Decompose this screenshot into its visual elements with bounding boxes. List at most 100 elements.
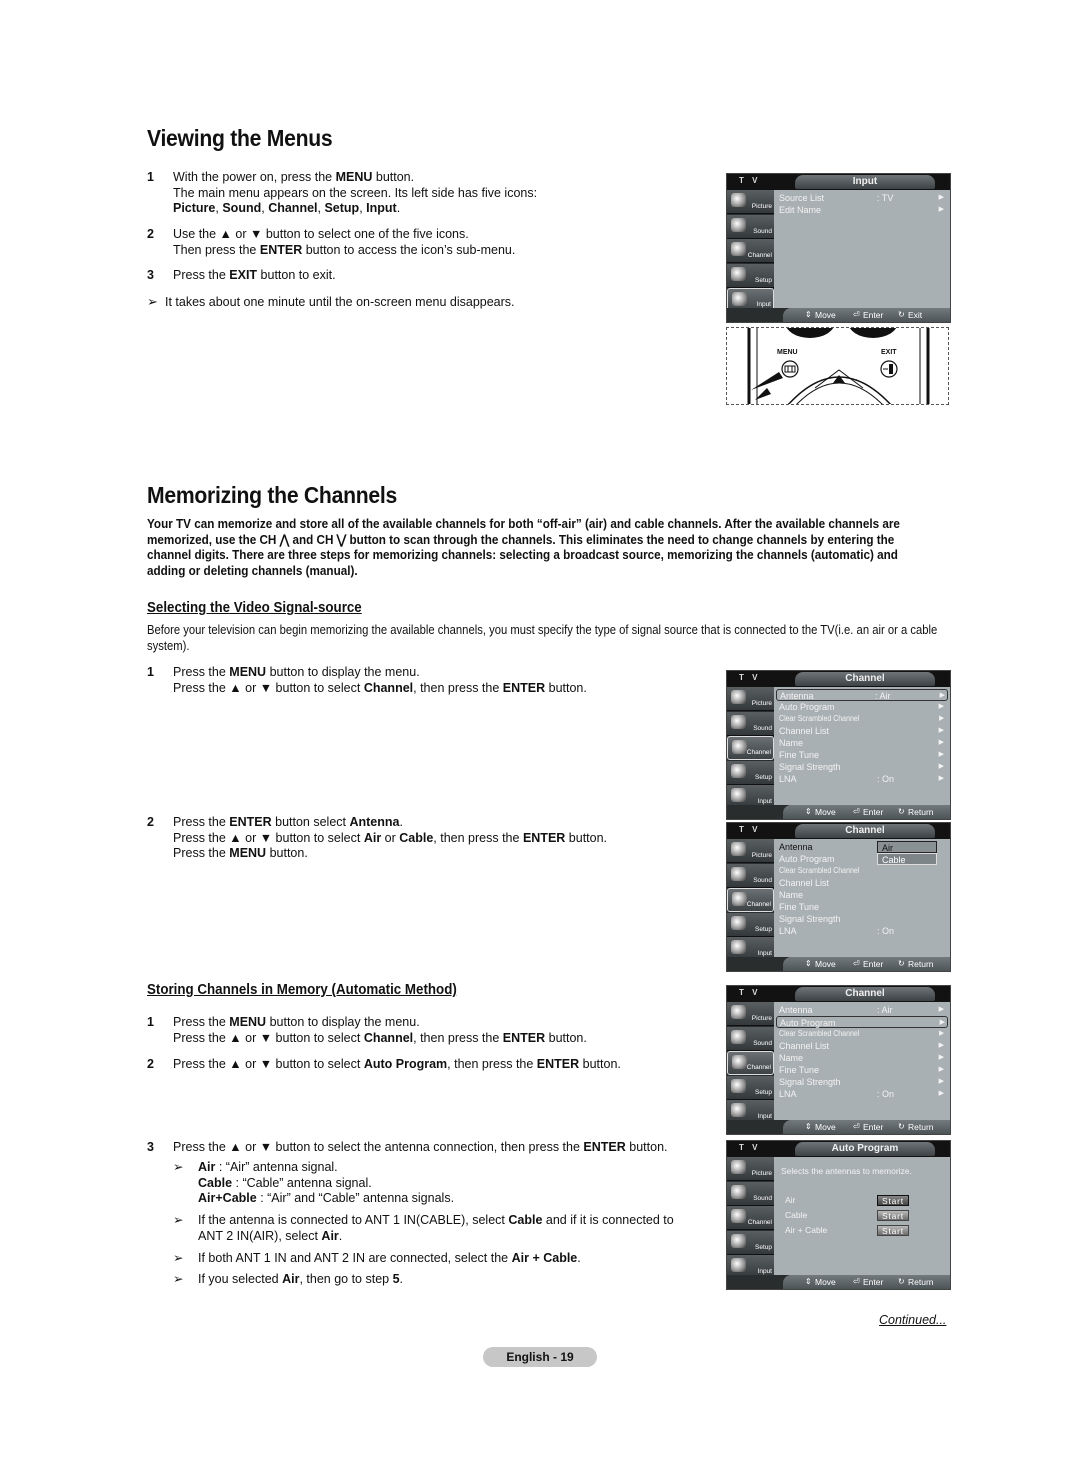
sidebar-item-channel[interactable]: Channel [727,736,774,760]
menu-row[interactable]: Clear Scrambled Channel [779,865,946,877]
menu-row[interactable]: Name ▶ [779,737,946,749]
text-run: button. [579,1057,621,1071]
antenna-option-cable[interactable]: Cable [877,853,937,865]
menu-row[interactable]: LNA: On ▶ [779,1088,946,1100]
menu-row[interactable]: Channel List [779,877,946,889]
step-line: Press the ▲ or ▼ button to select Channe… [173,1031,587,1047]
sidebar-item-setup[interactable]: Setup [727,912,774,937]
menu-row[interactable]: Channel List ▶ [779,725,946,737]
menu-row[interactable]: LNA: On ▶ [779,773,946,785]
step-body: With the power on, press the MENU button… [173,170,537,217]
menu-row[interactable]: Antenna: Air ▶ [776,689,948,701]
menu-row[interactable]: Auto Program ▶ [776,1016,948,1028]
tv-footer: ⇕ Move ⏎ Enter ↻ Exit [727,308,950,322]
menu-row[interactable]: Auto Program ▶ [779,701,946,713]
sidebar-item-channel[interactable]: Channel [727,1051,774,1075]
menu-row[interactable]: Name [779,889,946,901]
footer-move-label: Move [815,959,836,969]
step-line: With the power on, press the MENU button… [173,170,537,186]
menu-row[interactable]: Fine Tune ▶ [779,1064,946,1076]
input-icon [731,1258,746,1272]
tv-footer: ⇕ Move ⏎ Enter ↻ Return [727,1275,950,1289]
menu-row[interactable]: Name ▶ [779,1052,946,1064]
step-body: Press the MENU button to display the men… [173,665,587,696]
sidebar-item-channel[interactable]: Channel [727,888,774,912]
menu-row[interactable]: Fine Tune ▶ [779,749,946,761]
menu-row[interactable]: LNA: On [779,925,946,937]
tv-menu-title: Channel [795,824,935,838]
sidebar-item-label: Setup [755,773,772,781]
sidebar-item-picture[interactable]: Picture [727,839,774,863]
sidebar-item-sound[interactable]: Sound [727,1026,774,1051]
input-icon [731,940,746,954]
menu-row[interactable]: Clear Scrambled Channel ▶ [779,1028,946,1040]
sidebar-item-channel[interactable]: Channel [727,1206,774,1230]
note-line: If both ANT 1 IN and ANT 2 IN are connec… [198,1251,581,1267]
menu-row[interactable]: Signal Strength [779,913,946,925]
menu-row[interactable]: Channel List ▶ [779,1040,946,1052]
start-button[interactable]: Start [877,1195,909,1206]
tv-body: Picture Sound Channel Setup Input Source List… [727,190,950,322]
sidebar-item-setup[interactable]: Setup [727,263,774,288]
menu-row-label: Fine Tune [779,1065,820,1075]
sidebar-item-channel[interactable]: Channel [727,239,774,263]
bold-text: Channel [363,1030,414,1045]
menu-row-value: : On [877,926,895,936]
bold-text: ENTER [502,1030,546,1045]
sidebar-item-sound[interactable]: Sound [727,1181,774,1206]
picture-icon [731,1160,746,1174]
sidebar-item-setup[interactable]: Setup [727,760,774,785]
note-arrow-icon: ➢ [173,1272,184,1286]
picture-icon [731,193,746,207]
menu-row[interactable]: Signal Strength ▶ [779,761,946,773]
tv-menu-title: Input [795,175,935,189]
start-button[interactable]: Start [877,1225,909,1236]
start-button[interactable]: Start [877,1210,909,1221]
step-line: Press the ▲ or ▼ button to select the an… [173,1140,668,1156]
menu-row[interactable]: Source List: TV ▶ [779,192,946,204]
text-run: . [396,201,401,216]
step-body: Press the MENU button to display the men… [173,1015,587,1046]
menu-row[interactable]: Edit Name ▶ [779,204,946,216]
menu-row[interactable]: Antenna: Air ▶ [779,1004,946,1016]
antenna-option-air[interactable]: Air [877,841,937,853]
step-number: 3 [147,268,154,282]
text-run: If you selected [198,1272,283,1286]
bold-text: Air [321,1228,339,1243]
sidebar-item-sound[interactable]: Sound [727,711,774,736]
sidebar-item-label: Sound [753,724,772,732]
chevron-right-icon: ▶ [938,1042,944,1049]
tv-sidebar: Picture Sound Channel Setup Input [727,1002,774,1134]
chevron-right-icon: ▶ [938,1006,944,1013]
text-run: . [399,815,403,829]
sidebar-item-setup[interactable]: Setup [727,1230,774,1255]
sidebar-item-label: Input [757,950,772,957]
note-line: If the antenna is connected to ANT 1 IN(… [198,1213,674,1229]
step-body: Press the ▲ or ▼ button to select Auto P… [173,1057,621,1073]
menu-row-label: Auto Program [779,702,835,712]
menu-row-label: LNA [779,774,797,784]
text-run: , then press the [447,1057,537,1071]
bold-text: Input [366,201,397,216]
sound-icon [731,866,746,881]
sidebar-item-picture[interactable]: Picture [727,190,774,214]
sidebar-item-picture[interactable]: Picture [727,687,774,711]
menu-row[interactable]: Fine Tune [779,901,946,913]
sidebar-item-label: Setup [755,276,772,284]
bold-text: 5 [392,1272,400,1286]
menu-row-label: Clear Scrambled Channel [779,866,860,875]
text-run: Press the ▲ or ▼ button to select [173,680,364,695]
step-line: Then press the ENTER button to access th… [173,243,515,259]
menu-row[interactable]: Clear Scrambled Channel ▶ [779,713,946,725]
sidebar-item-sound[interactable]: Sound [727,214,774,239]
sidebar-item-label: Picture [751,1170,772,1177]
tv-body: Picture Sound Channel Setup Input Antenna: Ai… [727,687,950,819]
text-run: Press the ▲ or ▼ button to select [173,1057,364,1071]
sidebar-item-setup[interactable]: Setup [727,1075,774,1100]
sidebar-item-picture[interactable]: Picture [727,1002,774,1026]
tv-header: T V Channel [727,823,950,839]
menu-row[interactable]: Signal Strength ▶ [779,1076,946,1088]
sidebar-item-sound[interactable]: Sound [727,863,774,888]
sidebar-item-picture[interactable]: Picture [727,1157,774,1181]
text-run: button to display the menu. [266,1015,420,1029]
